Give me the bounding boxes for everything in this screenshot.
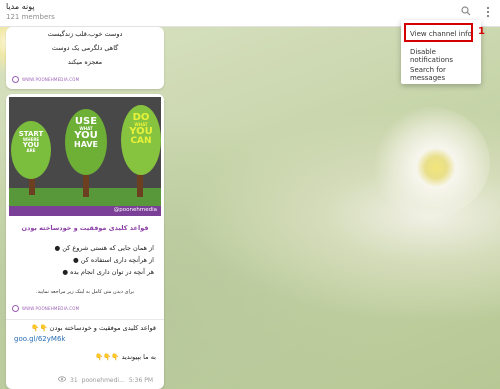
more-menu-icon[interactable]: [482, 6, 494, 18]
brand-url: WWW.POONEHMEDIA.COM: [22, 77, 80, 82]
post-link[interactable]: goo.gl/62yM6k: [14, 335, 65, 343]
menu-item-disable-notifications[interactable]: Disable notifications: [410, 48, 481, 64]
post-image[interactable]: START WHERE YOU ARE USE WHAT YOU HAVE DO…: [9, 97, 161, 216]
bullet-item: هر آنچه در توان داری انجام بده ●: [62, 268, 154, 276]
caption-title: قواعد کلیدی موفقیت و خودساخته بودن: [21, 224, 149, 232]
post-author: poonehmedi...: [81, 376, 125, 384]
message-meta: 31 poonehmedi... 5:36 PM: [58, 376, 153, 384]
tree-text-do: DO WHAT YOU CAN: [122, 113, 160, 146]
brand-url: WWW.POONEHMEDIA.COM: [22, 306, 80, 311]
view-count: 31: [70, 376, 78, 384]
member-count: 121 members: [6, 13, 55, 21]
poster-word: CAN: [130, 136, 152, 146]
eye-icon: [58, 376, 66, 384]
post-bubble[interactable]: START WHERE YOU ARE USE WHAT YOU HAVE DO…: [6, 94, 164, 389]
brand-logo: WWW.POONEHMEDIA.COM: [12, 76, 79, 83]
brand-ring-icon: [12, 305, 19, 312]
step-number: 1: [478, 26, 485, 37]
menu-item-search-messages[interactable]: Search for messages: [410, 66, 481, 82]
divider: [6, 319, 164, 320]
poster-handle: @poonehmedia: [113, 207, 157, 213]
poster-word: HAVE: [74, 140, 98, 149]
poster-word: ARE: [26, 148, 36, 153]
message-line: معجزه میکند: [67, 58, 103, 66]
message-bubble[interactable]: دوست خوب،قلب زندگیست گاهی دلگرمی یک دوست…: [6, 27, 164, 89]
channel-title[interactable]: پونه مدیا: [6, 2, 35, 11]
bullet-item: از همان جایی که هستی شروع کن ●: [54, 244, 154, 252]
brand-logo: WWW.POONEHMEDIA.COM: [12, 305, 79, 312]
bullet-item: از هرآنچه داری استفاده کن ●: [72, 256, 154, 264]
tree-text-use: USE WHAT YOU HAVE: [67, 117, 105, 149]
join-text: به ما بپیوندید 👇👇👇: [95, 353, 156, 361]
tree-text-start: START WHERE YOU ARE: [13, 131, 49, 153]
read-more-note: برای دیدن متن کامل به لینک زیر مراجعه نم…: [35, 289, 135, 295]
highlight-box: [404, 23, 473, 42]
message-line: گاهی دلگرمی یک دوست: [51, 44, 119, 52]
post-text: قواعد کلیدی موفقیت و خودساخته بودن 👇👇: [31, 324, 156, 332]
background-flower: [370, 107, 490, 217]
brand-ring-icon: [12, 76, 19, 83]
message-line: دوست خوب،قلب زندگیست: [47, 30, 123, 38]
message-time: 5:36 PM: [128, 376, 154, 384]
poster-footer: @poonehmedia: [9, 206, 161, 216]
search-icon[interactable]: [460, 6, 472, 18]
